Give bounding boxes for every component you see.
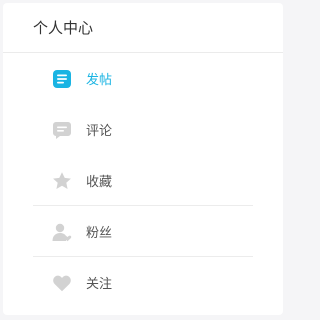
menu-item-label: 粉丝 xyxy=(86,226,113,241)
page-title: 个人中心 xyxy=(33,19,94,37)
menu-item-favorites[interactable]: 收藏 xyxy=(3,155,283,206)
menu-item-posts[interactable]: 发帖 xyxy=(3,53,283,104)
star-icon xyxy=(52,171,72,191)
card-header: 个人中心 xyxy=(3,3,283,53)
menu-item-fans[interactable]: 粉丝 xyxy=(3,206,283,257)
fans-icon xyxy=(52,222,72,242)
heart-icon xyxy=(52,273,72,293)
personal-center-menu: 发帖 评论 收藏 粉丝 关注 xyxy=(3,53,283,308)
menu-item-label: 评论 xyxy=(86,124,113,139)
comment-icon xyxy=(52,120,72,140)
menu-item-following[interactable]: 关注 xyxy=(3,257,283,308)
menu-item-label: 关注 xyxy=(86,277,113,292)
menu-item-comments[interactable]: 评论 xyxy=(3,104,283,155)
personal-center-card: 个人中心 发帖 评论 收藏 粉丝 关注 xyxy=(3,3,283,315)
menu-item-label: 收藏 xyxy=(86,175,113,190)
post-icon xyxy=(52,69,72,89)
menu-item-label: 发帖 xyxy=(86,73,113,88)
